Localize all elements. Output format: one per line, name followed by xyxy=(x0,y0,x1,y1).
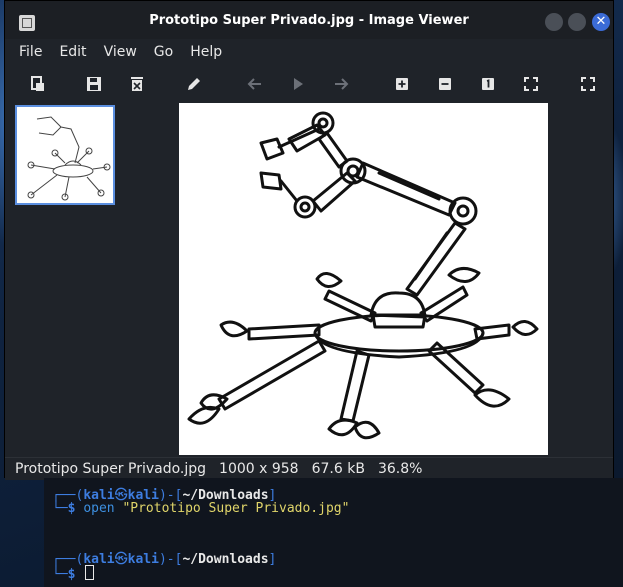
window-title: Prototipo Super Privado.jpg - Image View… xyxy=(149,13,469,28)
menu-view[interactable]: View xyxy=(96,44,145,60)
next-arrow-icon[interactable] xyxy=(332,75,350,93)
menu-help[interactable]: Help xyxy=(182,44,230,60)
close-button[interactable]: ✕ xyxy=(592,13,610,31)
status-filesize: 67.6 kB xyxy=(311,461,365,477)
status-bar: Prototipo Super Privado.jpg 1000 x 958 6… xyxy=(5,457,613,480)
image-viewer-window: Prototipo Super Privado.jpg - Image View… xyxy=(4,0,614,480)
thumbnail-pane xyxy=(5,103,175,455)
menu-go[interactable]: Go xyxy=(146,44,181,60)
terminal-command-line: └─$ open "Prototipo Super Privado.jpg" xyxy=(52,501,350,516)
thumbnail-image[interactable] xyxy=(15,105,115,205)
save-icon[interactable] xyxy=(85,75,103,93)
fullscreen-icon[interactable] xyxy=(579,75,597,93)
maximize-button[interactable] xyxy=(568,13,586,31)
menu-bar: File Edit View Go Help xyxy=(5,39,613,65)
status-dimensions: 1000 x 958 xyxy=(219,461,299,477)
zoom-in-icon[interactable] xyxy=(393,75,411,93)
delete-icon[interactable] xyxy=(128,75,146,93)
displayed-image xyxy=(179,103,548,455)
image-canvas[interactable] xyxy=(175,103,613,455)
fit-window-icon[interactable] xyxy=(522,75,540,93)
play-icon[interactable] xyxy=(289,75,307,93)
zoom-out-icon[interactable] xyxy=(436,75,454,93)
terminal-input-line[interactable]: └─$ xyxy=(52,565,95,582)
toolbar xyxy=(5,65,613,103)
menu-edit[interactable]: Edit xyxy=(51,44,94,60)
edit-pencil-icon[interactable] xyxy=(185,75,203,93)
open-file-icon[interactable] xyxy=(29,75,47,93)
status-filename: Prototipo Super Privado.jpg xyxy=(15,461,207,477)
zoom-1to1-icon[interactable] xyxy=(479,75,497,93)
menu-file[interactable]: File xyxy=(11,44,50,60)
terminal-cursor xyxy=(85,565,95,580)
title-bar[interactable]: Prototipo Super Privado.jpg - Image View… xyxy=(5,1,613,39)
minimize-button[interactable] xyxy=(545,13,563,31)
status-zoom: 36.8% xyxy=(377,461,423,477)
terminal-window[interactable]: ┌──(kali㉿kali)-[~/Downloads] └─$ open "P… xyxy=(44,478,623,587)
previous-arrow-icon[interactable] xyxy=(246,75,264,93)
